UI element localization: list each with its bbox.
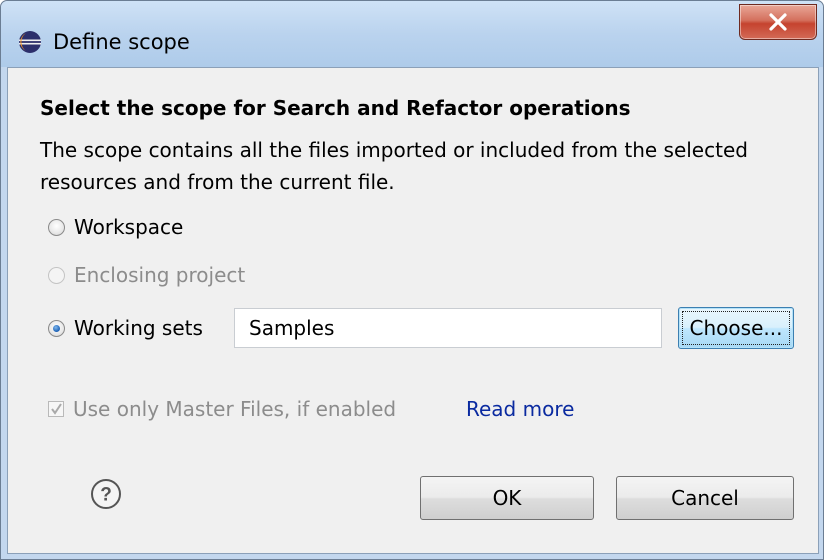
- cancel-button[interactable]: Cancel: [616, 476, 794, 520]
- radio-working-sets-label: Working sets: [74, 316, 203, 340]
- working-sets-field[interactable]: Samples: [234, 308, 662, 348]
- close-button[interactable]: [739, 4, 817, 40]
- radio-working-sets[interactable]: Working sets: [48, 315, 203, 341]
- focus-ring: [682, 311, 790, 345]
- ok-button[interactable]: OK: [420, 476, 594, 520]
- svg-text:?: ?: [100, 485, 112, 506]
- radio-enclosing-project-label: Enclosing project: [74, 263, 246, 287]
- help-icon[interactable]: ?: [90, 478, 122, 510]
- dialog-heading: Select the scope for Search and Refactor…: [40, 96, 631, 120]
- radio-working-sets-button[interactable]: [48, 319, 65, 337]
- radio-enclosing-project-button: [48, 266, 65, 284]
- master-files-checkbox: [48, 401, 64, 417]
- choose-button[interactable]: Choose...: [678, 307, 794, 349]
- window-title: Define scope: [53, 30, 190, 54]
- master-files-option: Use only Master Files, if enabled: [48, 396, 396, 422]
- radio-workspace-label: Workspace: [74, 215, 184, 239]
- radio-workspace-button[interactable]: [48, 218, 65, 236]
- eclipse-icon: [19, 31, 41, 53]
- close-icon: [769, 13, 787, 31]
- radio-enclosing-project: Enclosing project: [48, 262, 245, 288]
- checkmark-icon: [51, 403, 62, 415]
- read-more-link[interactable]: Read more: [466, 396, 574, 422]
- title-bar[interactable]: Define scope: [1, 1, 823, 67]
- radio-workspace[interactable]: Workspace: [48, 214, 183, 240]
- dialog-description: The scope contains all the files importe…: [40, 138, 748, 194]
- master-files-label: Use only Master Files, if enabled: [73, 397, 397, 421]
